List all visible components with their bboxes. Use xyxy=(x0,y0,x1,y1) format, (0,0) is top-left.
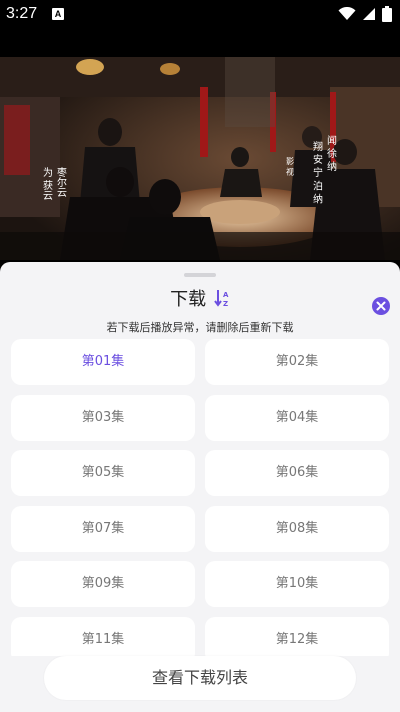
episode-09[interactable]: 第09集 xyxy=(11,561,195,607)
video-player[interactable]: 枣尔云 为 获云 闻 徐 纳 翔 安 宁 泊 纳 影 视 xyxy=(0,30,400,260)
sort-icon[interactable]: A Z xyxy=(214,289,230,307)
view-download-list-button[interactable]: 查看下载列表 xyxy=(44,656,356,700)
sheet-title: 下载 A Z xyxy=(0,285,400,311)
sheet-title-text: 下载 xyxy=(170,289,207,310)
svg-text:Z: Z xyxy=(223,300,228,307)
episode-07[interactable]: 第07集 xyxy=(11,506,195,552)
episode-12[interactable]: 第12集 xyxy=(205,617,389,657)
close-icon xyxy=(376,301,386,311)
episode-06[interactable]: 第06集 xyxy=(205,450,389,496)
episode-01[interactable]: 第01集 xyxy=(11,339,195,385)
episode-10[interactable]: 第10集 xyxy=(205,561,389,607)
episode-grid: 第01集 第02集 第03集 第04集 第05集 第06集 第07集 第08集 … xyxy=(11,339,389,657)
subtitle-left-2: 为 获云 xyxy=(41,167,53,201)
episode-11[interactable]: 第11集 xyxy=(11,617,195,657)
status-time: 3:27 xyxy=(6,5,38,22)
battery-icon xyxy=(382,6,392,22)
episode-05[interactable]: 第05集 xyxy=(11,450,195,496)
video-frame[interactable]: 枣尔云 为 获云 闻 徐 纳 翔 安 宁 泊 纳 影 视 xyxy=(0,57,400,260)
subtitle-right-1: 闻 徐 纳 xyxy=(325,134,337,172)
episode-02[interactable]: 第02集 xyxy=(205,339,389,385)
signal-icon xyxy=(363,8,375,20)
status-bar: 3:27 A xyxy=(0,0,400,30)
wifi-icon xyxy=(338,7,356,20)
subtitle-right-2: 翔 安 宁 泊 纳 xyxy=(311,140,323,205)
subtitle-left-1: 枣尔云 xyxy=(55,167,67,198)
episode-08[interactable]: 第08集 xyxy=(205,506,389,552)
drag-handle[interactable] xyxy=(184,273,216,277)
notification-icon: A xyxy=(52,8,64,20)
episode-03[interactable]: 第03集 xyxy=(11,395,195,441)
svg-text:A: A xyxy=(223,291,229,299)
close-button[interactable] xyxy=(372,297,390,315)
status-icons xyxy=(338,6,392,22)
bottom-bar: 查看下载列表 xyxy=(0,656,400,712)
subtitle-right-3: 影 视 xyxy=(286,156,295,177)
episode-04[interactable]: 第04集 xyxy=(205,395,389,441)
video-scene-image: 枣尔云 为 获云 闻 徐 纳 翔 安 宁 泊 纳 影 视 xyxy=(0,57,400,260)
download-sheet: 下载 A Z 若下载后播放异常，请删除后重新下载 第01集 第02集 第03集 … xyxy=(0,262,400,712)
notice-text: 若下载后播放异常，请删除后重新下载 xyxy=(106,321,294,334)
